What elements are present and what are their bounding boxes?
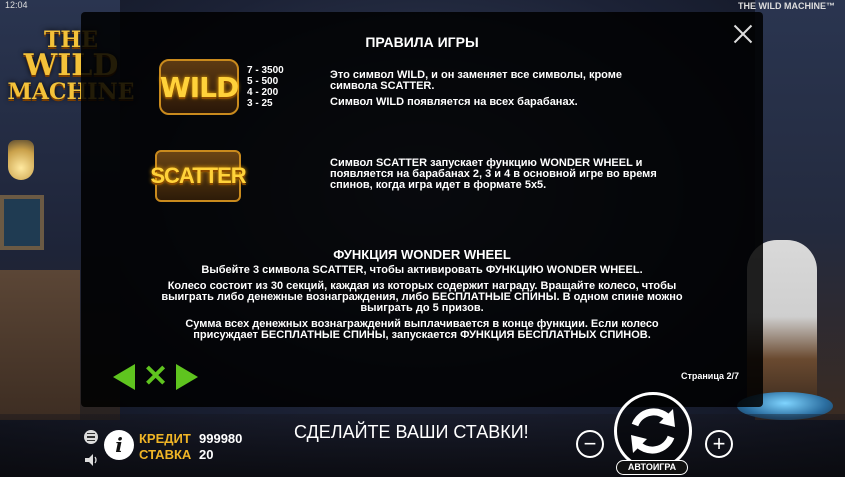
- game-title: THE WILD MACHINE™: [738, 1, 835, 11]
- spin-arrows-icon: [631, 408, 675, 454]
- payout-row: 4 - 200: [247, 87, 279, 98]
- lamp-decoration: [8, 140, 34, 180]
- spin-button[interactable]: [614, 392, 692, 470]
- desk-decoration: [0, 270, 80, 420]
- place-bets-message: СДЕЛАЙТЕ ВАШИ СТАВКИ!: [294, 422, 529, 442]
- credit-label: КРЕДИТ: [139, 431, 191, 446]
- wild-description-line-2: Символ WILD появляется на всех барабанах…: [330, 96, 578, 108]
- wild-description: Это символ WILD, и он заменяет все симво…: [330, 70, 660, 113]
- credit-value: 999980: [199, 431, 243, 446]
- wild-symbol-image: WILD: [159, 59, 239, 115]
- payout-row: 3 - 25: [247, 98, 273, 109]
- bet-label: СТАВКА: [139, 447, 192, 462]
- page-navigation: ✕: [113, 362, 199, 392]
- feature-description: Выбейте 3 символа SCATTER, чтобы активир…: [161, 265, 683, 346]
- scatter-symbol-text: SCATTER: [150, 163, 246, 188]
- bet-value: 20: [199, 447, 214, 462]
- info-button[interactable]: i: [104, 430, 134, 460]
- payout-row: 5 - 500: [247, 76, 279, 87]
- scatter-symbol-image: SCATTER: [150, 150, 247, 202]
- sound-icon[interactable]: [84, 453, 100, 467]
- wild-description-line-1: Это символ WILD, и он заменяет все симво…: [330, 69, 622, 92]
- scatter-description: Символ SCATTER запускает функцию WONDER …: [330, 157, 657, 191]
- feature-paragraph-2: Колесо состоит из 30 секций, каждая из к…: [161, 280, 683, 314]
- payout-row: 7 - 3500: [247, 65, 284, 76]
- feature-paragraph-1: Выбейте 3 символа SCATTER, чтобы активир…: [201, 264, 643, 276]
- close-icon[interactable]: [733, 24, 753, 44]
- close-rules-x-icon[interactable]: ✕: [143, 362, 168, 392]
- feature-paragraph-3: Сумма всех денежных вознаграждений выпла…: [185, 318, 659, 341]
- wild-symbol-text: WILD: [159, 70, 239, 104]
- monitor-decoration: [0, 195, 44, 250]
- menu-icon[interactable]: [84, 430, 98, 444]
- feature-title: ФУНКЦИЯ WONDER WHEEL: [333, 247, 511, 262]
- next-page-icon[interactable]: [176, 364, 199, 390]
- clock: 12:04: [5, 0, 28, 10]
- prev-page-icon[interactable]: [113, 364, 135, 390]
- wild-payouts: 7 - 3500 5 - 500 4 - 200 3 - 25: [247, 65, 284, 109]
- rules-modal: ПРАВИЛА ИГРЫ WILD 7 - 3500 5 - 500 4 - 2…: [81, 12, 763, 407]
- increase-bet-button[interactable]: +: [705, 430, 733, 458]
- page-indicator: Страница 2/7: [680, 371, 739, 381]
- decrease-bet-button[interactable]: −: [576, 430, 604, 458]
- modal-title: ПРАВИЛА ИГРЫ: [365, 34, 479, 50]
- autoplay-button[interactable]: АВТОИГРА: [616, 460, 688, 475]
